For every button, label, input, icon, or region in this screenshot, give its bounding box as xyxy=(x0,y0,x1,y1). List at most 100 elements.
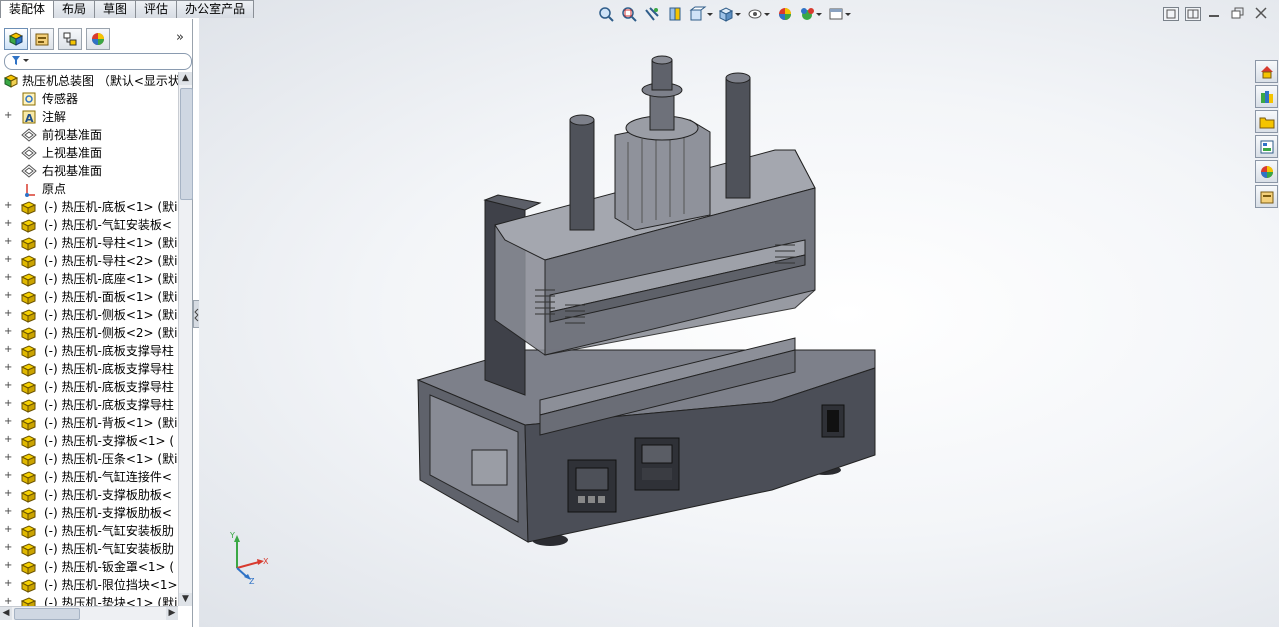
expand-icon[interactable]: + xyxy=(4,363,12,373)
tab-layout[interactable]: 布局 xyxy=(53,0,96,18)
tree-item[interactable]: + (-) 热压机-面板<1> (默i xyxy=(0,288,178,306)
scroll-left-button[interactable]: ◀ xyxy=(0,607,12,620)
expand-icon[interactable]: + xyxy=(4,489,12,499)
tree-item[interactable]: + (-) 热压机-导柱<1> (默i xyxy=(0,234,178,252)
custom-properties-icon[interactable] xyxy=(1255,185,1278,208)
tree-item[interactable]: + (-) 热压机-气缸安装板肋 xyxy=(0,522,178,540)
display-style-icon[interactable] xyxy=(717,5,743,23)
expand-icon[interactable]: + xyxy=(4,525,12,535)
expand-panel-icon[interactable]: » xyxy=(176,30,184,45)
heads-up-view-toolbar xyxy=(596,5,853,25)
restore-icon[interactable] xyxy=(1231,7,1245,19)
tree-item-label: (-) 热压机-侧板<1> (默i xyxy=(44,308,178,322)
tree-item[interactable]: 上视基准面 xyxy=(0,144,178,162)
tree-item[interactable]: 右视基准面 xyxy=(0,162,178,180)
view-orientation-icon[interactable] xyxy=(688,5,714,23)
scroll-down-button[interactable]: ▼ xyxy=(179,593,192,606)
tree-item[interactable]: 原点 xyxy=(0,180,178,198)
tab-assembly[interactable]: 装配体 xyxy=(0,0,55,18)
tree-item[interactable]: + (-) 热压机-钣金罩<1> ( xyxy=(0,558,178,576)
tree-filter-field[interactable] xyxy=(4,53,192,70)
tree-item[interactable]: + (-) 热压机-底板支撑导柱 xyxy=(0,396,178,414)
expand-icon[interactable]: + xyxy=(4,237,12,247)
zoom-area-icon[interactable] xyxy=(619,5,639,23)
expand-icon[interactable]: + xyxy=(4,399,12,409)
expand-icon[interactable]: + xyxy=(4,345,12,355)
edit-appearance-icon[interactable] xyxy=(775,5,795,23)
appearances-icon[interactable] xyxy=(1255,160,1278,183)
expand-icon[interactable]: + xyxy=(4,219,12,229)
command-manager-tabs: 装配体 布局 草图 评估 办公室产品 xyxy=(0,0,255,19)
part-icon xyxy=(20,309,36,323)
view-settings-icon[interactable] xyxy=(827,5,853,23)
expand-icon[interactable]: + xyxy=(4,201,12,211)
expand-icon[interactable]: + xyxy=(4,579,12,589)
tab-office-products[interactable]: 办公室产品 xyxy=(176,0,255,18)
plane-icon xyxy=(21,164,37,178)
tree-item[interactable]: + (-) 热压机-底板<1> (默i xyxy=(0,198,178,216)
view-palette-icon[interactable] xyxy=(1255,135,1278,158)
expand-icon[interactable]: + xyxy=(4,273,12,283)
expand-icon[interactable]: + xyxy=(4,507,12,517)
apply-scene-icon[interactable] xyxy=(798,5,824,23)
assembly-model-view[interactable] xyxy=(400,50,890,560)
tab-sketch[interactable]: 草图 xyxy=(94,0,137,18)
tree-item[interactable]: + (-) 热压机-导柱<2> (默i xyxy=(0,252,178,270)
scroll-right-button[interactable]: ▶ xyxy=(166,607,178,620)
tree-item[interactable]: + (-) 热压机-气缸安装板< xyxy=(0,216,178,234)
tree-item[interactable]: + (-) 热压机-底座<1> (默i xyxy=(0,270,178,288)
hide-show-icon[interactable] xyxy=(746,5,772,23)
expand-icon[interactable]: + xyxy=(4,111,12,121)
tile-horizontal-icon[interactable] xyxy=(1163,7,1179,21)
section-view-icon[interactable] xyxy=(665,5,685,23)
home-icon[interactable] xyxy=(1255,60,1278,83)
tree-item[interactable]: + (-) 热压机-支撑板肋板< xyxy=(0,486,178,504)
tree-item[interactable]: + (-) 热压机-气缸安装板肋 xyxy=(0,540,178,558)
expand-icon[interactable]: + xyxy=(4,543,12,553)
tree-item[interactable]: + (-) 热压机-限位挡块<1> xyxy=(0,576,178,594)
tree-horizontal-scrollbar[interactable]: ◀ ▶ xyxy=(0,606,178,620)
tree-item[interactable]: + (-) 热压机-压条<1> (默i xyxy=(0,450,178,468)
expand-icon[interactable]: + xyxy=(4,435,12,445)
tree-item[interactable]: + (-) 热压机-支撑板肋板< xyxy=(0,504,178,522)
scroll-thumb[interactable] xyxy=(180,88,193,200)
expand-icon[interactable]: + xyxy=(4,309,12,319)
feature-manager-icon[interactable] xyxy=(4,28,28,50)
tree-item[interactable]: + (-) 热压机-侧板<1> (默i xyxy=(0,306,178,324)
file-explorer-icon[interactable] xyxy=(1255,110,1278,133)
tree-vertical-scrollbar[interactable]: ▲ ▼ xyxy=(178,72,193,606)
expand-icon[interactable]: + xyxy=(4,381,12,391)
expand-icon[interactable]: + xyxy=(4,597,12,607)
tree-item[interactable]: + (-) 热压机-侧板<2> (默i xyxy=(0,324,178,342)
tree-root-assembly[interactable]: 热压机总装图 （默认<显示状 xyxy=(0,72,178,90)
expand-icon[interactable]: + xyxy=(4,327,12,337)
tree-item-label: 右视基准面 xyxy=(42,164,103,178)
expand-icon[interactable]: + xyxy=(4,561,12,571)
tree-item[interactable]: + (-) 热压机-底板支撑导柱 xyxy=(0,378,178,396)
horizontal-scroll-thumb[interactable] xyxy=(14,608,80,620)
property-manager-icon[interactable] xyxy=(30,28,54,50)
tree-item[interactable]: + A 注解 xyxy=(0,108,178,126)
expand-icon[interactable]: + xyxy=(4,453,12,463)
tree-item[interactable]: 前视基准面 xyxy=(0,126,178,144)
minimize-icon[interactable] xyxy=(1209,15,1219,17)
tile-vertical-icon[interactable] xyxy=(1185,7,1201,21)
tree-item[interactable]: + (-) 热压机-背板<1> (默i xyxy=(0,414,178,432)
tree-item[interactable]: + (-) 热压机-底板支撑导柱 xyxy=(0,342,178,360)
tree-item[interactable]: + (-) 热压机-支撑板<1> ( xyxy=(0,432,178,450)
zoom-to-fit-icon[interactable] xyxy=(596,5,616,23)
tree-item[interactable]: 传感器 xyxy=(0,90,178,108)
close-icon[interactable] xyxy=(1254,7,1268,19)
expand-icon[interactable]: + xyxy=(4,255,12,265)
scroll-up-button[interactable]: ▲ xyxy=(179,72,192,85)
expand-icon[interactable]: + xyxy=(4,417,12,427)
design-library-icon[interactable] xyxy=(1255,85,1278,108)
tab-evaluate[interactable]: 评估 xyxy=(135,0,178,18)
tree-item[interactable]: + (-) 热压机-气缸连接件< xyxy=(0,468,178,486)
configuration-manager-icon[interactable] xyxy=(58,28,82,50)
expand-icon[interactable]: + xyxy=(4,291,12,301)
previous-view-icon[interactable] xyxy=(642,5,662,23)
display-manager-icon[interactable] xyxy=(86,28,110,50)
tree-item[interactable]: + (-) 热压机-底板支撑导柱 xyxy=(0,360,178,378)
expand-icon[interactable]: + xyxy=(4,471,12,481)
